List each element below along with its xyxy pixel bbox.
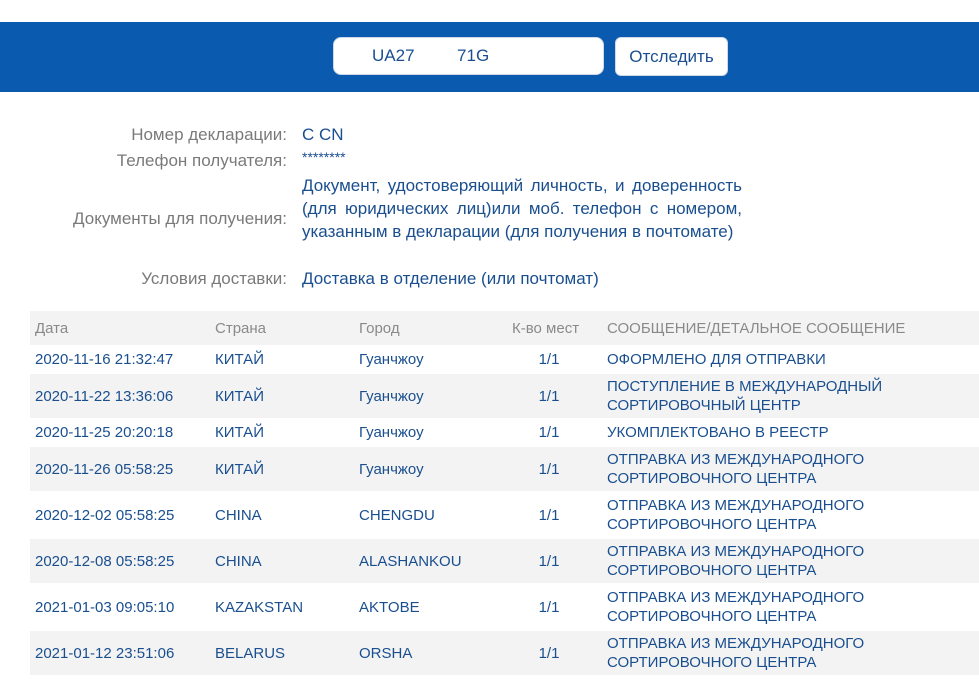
tracking-history-table: Дата Страна Город К-во мест СООБЩЕНИЕ/ДЕ…	[30, 311, 979, 675]
cell-city: Гуанчжоу	[359, 424, 424, 441]
cell-message: ОТПРАВКА ИЗ МЕЖДУНАРОДНОГО СОРТИРОВОЧНОГ…	[607, 497, 865, 533]
cell-message: ПОСТУПЛЕНИЕ В МЕЖДУНАРОДНЫЙ СОРТИРОВОЧНЫ…	[607, 378, 883, 414]
declaration-value: C CN	[302, 125, 344, 144]
cell-qty: 1/1	[538, 552, 560, 570]
cell-city: Гуанчжоу	[359, 351, 424, 368]
cell-date: 2020-12-02 05:58:25	[35, 506, 175, 524]
table-row: 2020-12-08 05:58:25 CHINA ALASHANKOU 1/1…	[30, 539, 979, 583]
cell-city: CHENGDU	[359, 506, 435, 524]
header-country: Страна	[215, 319, 267, 337]
cell-country: CHINA	[215, 506, 262, 524]
cell-date: 2020-11-26 05:58:25	[35, 460, 174, 478]
table-row: 2020-12-02 05:58:25 CHINA CHENGDU 1/1 ОТ…	[30, 491, 979, 539]
header-qty: К-во мест	[512, 319, 580, 337]
cell-qty: 1/1	[538, 387, 560, 405]
table-row: 2020-11-16 21:32:47 КИТАЙ Гуанчжоу 1/1 О…	[30, 345, 979, 374]
track-button[interactable]: Отследить	[615, 37, 728, 76]
cell-message: ОТПРАВКА ИЗ МЕЖДУНАРОДНОГО СОРТИРОВОЧНОГ…	[607, 451, 865, 487]
cell-city: Гуанчжоу	[359, 460, 424, 478]
cell-date: 2021-01-12 23:51:06	[35, 644, 175, 662]
cell-city: AKTOBE	[359, 598, 420, 616]
cell-qty: 1/1	[538, 424, 560, 441]
table-header: Дата Страна Город К-во мест СООБЩЕНИЕ/ДЕ…	[30, 311, 979, 345]
table-row: 2021-01-12 23:51:06 BELARUS ORSHA 1/1 ОТ…	[30, 631, 979, 675]
cell-qty: 1/1	[538, 506, 560, 524]
top-spacer	[0, 0, 979, 22]
cell-date: 2020-12-08 05:58:25	[35, 552, 175, 570]
delivery-value: Доставка в отделение (или почтомат)	[302, 269, 599, 288]
cell-qty: 1/1	[538, 644, 560, 662]
table-row: 2020-11-26 05:58:25 КИТАЙ Гуанчжоу 1/1 О…	[30, 447, 979, 491]
cell-country: КИТАЙ	[215, 351, 264, 368]
cell-message: ОФОРМЛЕНО ДЛЯ ОТПРАВКИ	[607, 351, 826, 368]
cell-message: ОТПРАВКА ИЗ МЕЖДУНАРОДНОГО СОРТИРОВОЧНОГ…	[607, 543, 865, 579]
cell-country: CHINA	[215, 552, 262, 570]
cell-date: 2020-11-22 13:36:06	[35, 387, 174, 405]
cell-city: ORSHA	[359, 644, 413, 662]
documents-label: Документы для получения:	[73, 209, 287, 228]
cell-message: УКОМПЛЕКТОВАНО В РЕЕСТР	[607, 424, 829, 441]
cell-qty: 1/1	[538, 598, 560, 616]
tracking-number-input[interactable]	[333, 37, 604, 75]
table-row: 2021-01-03 09:05:10 KAZAKSTAN AKTOBE 1/1…	[30, 583, 979, 631]
cell-message: ОТПРАВКА ИЗ МЕЖДУНАРОДНОГО СОРТИРОВОЧНОГ…	[607, 589, 865, 625]
cell-country: KAZAKSTAN	[215, 598, 304, 616]
header-date: Дата	[35, 319, 69, 337]
phone-value: ********	[302, 149, 346, 165]
declaration-label: Номер декларации:	[131, 125, 287, 144]
cell-date: 2021-01-03 09:05:10	[35, 598, 175, 616]
cell-country: BELARUS	[215, 644, 286, 662]
cell-city: Гуанчжоу	[359, 387, 424, 405]
cell-country: КИТАЙ	[215, 424, 264, 441]
table-row: 2020-11-25 20:20:18 КИТАЙ Гуанчжоу 1/1 У…	[30, 418, 979, 447]
cell-message: ОТПРАВКА ИЗ МЕЖДУНАРОДНОГО СОРТИРОВОЧНОГ…	[607, 635, 865, 671]
cell-qty: 1/1	[538, 460, 560, 478]
table-row: 2020-11-22 13:36:06 КИТАЙ Гуанчжоу 1/1 П…	[30, 374, 979, 418]
delivery-label: Условия доставки:	[141, 269, 287, 288]
phone-label: Телефон получателя:	[116, 151, 287, 170]
cell-qty: 1/1	[538, 351, 560, 368]
cell-date: 2020-11-16 21:32:47	[35, 351, 174, 368]
documents-value: Документ, удостоверяющий личность, и дов…	[302, 176, 742, 241]
cell-country: КИТАЙ	[215, 387, 264, 405]
tracking-header-bar: Отследить	[0, 22, 979, 92]
cell-date: 2020-11-25 20:20:18	[35, 424, 174, 441]
cell-city: ALASHANKOU	[359, 552, 462, 570]
header-city: Город	[359, 319, 400, 337]
header-message: СООБЩЕНИЕ/ДЕТАЛЬНОЕ СООБЩЕНИЕ	[607, 319, 906, 337]
cell-country: КИТАЙ	[215, 460, 264, 478]
